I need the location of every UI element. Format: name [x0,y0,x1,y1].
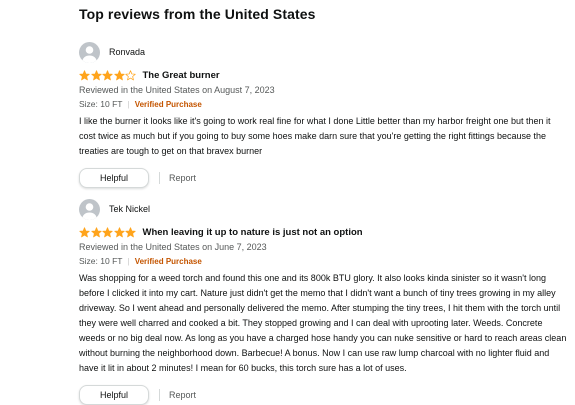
reviewer-name: Ronvada [109,47,146,57]
variant-info: Size: 10 FT [79,99,123,109]
star-filled-icon [113,69,125,80]
reviews-section: Top reviews from the United States Ronva… [0,0,575,405]
review-title[interactable]: The Great burner [143,70,220,81]
review-body: I like the burner it looks like it's goi… [79,116,551,156]
review-date: Reviewed in the United States on June 7,… [79,242,267,252]
person-icon [82,202,97,220]
star-filled-icon [113,226,125,237]
helpful-button[interactable]: Helpful [79,168,149,188]
report-link[interactable]: Report [169,173,196,183]
star-rating[interactable] [79,69,137,81]
divider: | [127,256,130,266]
verified-purchase-badge: Verified Purchase [134,256,202,266]
star-rating[interactable] [79,226,137,238]
review-card: Tek Nickel When leaving it up to nature … [79,198,569,405]
report-link[interactable]: Report [169,390,196,400]
star-empty-icon [125,69,136,80]
star-filled-icon [102,226,113,237]
star-filled-icon [90,226,102,237]
avatar [79,41,100,63]
star-filled-icon [79,226,90,237]
review-body: Was shopping for a weed torch and found … [79,273,567,373]
star-filled-icon [79,69,90,80]
helpful-button[interactable]: Helpful [79,385,149,405]
reviewer-name: Tek Nickel [109,204,151,214]
review-date: Reviewed in the United States on August … [79,85,275,95]
star-filled-icon [125,226,136,237]
divider [159,172,160,184]
reviewer-profile[interactable]: Ronvada [79,41,569,63]
divider [159,389,160,401]
star-filled-icon [90,69,102,80]
review-title[interactable]: When leaving it up to nature is just not… [143,227,363,238]
section-heading: Top reviews from the United States [79,6,316,22]
avatar [79,198,100,220]
reviewer-profile[interactable]: Tek Nickel [79,198,569,220]
review-card: Ronvada The Great burner Reviewed in the… [79,41,569,188]
verified-purchase-badge: Verified Purchase [134,99,202,109]
person-icon [82,45,97,63]
star-filled-icon [102,69,113,80]
variant-info: Size: 10 FT [79,256,123,266]
divider: | [127,99,130,109]
